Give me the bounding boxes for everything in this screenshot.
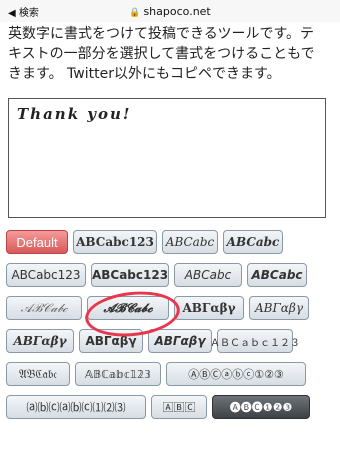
double-struck-button[interactable]: 𝔸𝔹ℂ𝕒𝕓𝕔𝟙𝟚𝟛 xyxy=(75,362,161,386)
default-format-button[interactable]: Default xyxy=(6,230,68,254)
address-bar[interactable]: 🔒 shapoco.net xyxy=(0,5,340,18)
serif-bold-italic-button[interactable]: ABCabc xyxy=(223,230,283,254)
format-row-5: 𝔄𝔅ℭ𝔞𝔟𝔠 𝔸𝔹ℂ𝕒𝕓𝕔𝟙𝟚𝟛 ⒶⒷⒸⓐⓑⓒ①②③ xyxy=(6,362,336,386)
sans-italic-button[interactable]: ABCabc xyxy=(174,263,242,287)
squared-button[interactable]: 🄰🄱🄲 xyxy=(151,395,207,419)
serif-italic-button[interactable]: ABCabc xyxy=(162,230,218,254)
sans-bold-italic-button[interactable]: ABCabc xyxy=(247,263,307,287)
negative-circled-button[interactable]: 🅐🅑🅒❶❷❸ xyxy=(212,395,310,419)
format-row-4: ΑΒΓαβγ ΑΒΓαβγ ΑΒΓαβγ ＡＢＣａｂｃ１２３ xyxy=(6,329,336,353)
fullwidth-button[interactable]: ＡＢＣａｂｃ１２３ xyxy=(210,329,300,353)
url-text: shapoco.net xyxy=(143,4,211,18)
script-button[interactable]: 𝒜ℬ𝒞𝒶𝒷𝒸 xyxy=(6,296,82,320)
format-row-3: 𝒜ℬ𝒞𝒶𝒷𝒸 𝓐𝓑𝓒𝓪𝓫𝓬 ΑΒΓαβγ ΑΒΓαβγ xyxy=(6,296,336,320)
description-line-3: きます。 Twitter以外にもコピペできます。 xyxy=(8,66,281,82)
parenthesized-button[interactable]: ⒜⒝⒞⒜⒝⒞⑴⑵⑶ xyxy=(6,395,146,419)
serif-bold-button[interactable]: ABCabc123 xyxy=(73,230,157,254)
status-bar: ◀ 検索 🔒 shapoco.net xyxy=(0,0,340,22)
sans-bold-button[interactable]: ABCabc123 xyxy=(91,263,169,287)
format-row-2: ABCabc123 ABCabc123 ABCabc ABCabc xyxy=(6,263,336,287)
bold-script-button[interactable]: 𝓐𝓑𝓒𝓪𝓫𝓬 xyxy=(87,296,169,320)
text-input-area[interactable]: Thank you! xyxy=(8,98,326,218)
sans-button[interactable]: ABCabc123 xyxy=(6,263,86,287)
greek-bold-italic-button[interactable]: ΑΒΓαβγ xyxy=(6,329,74,353)
format-row-1: Default ABCabc123 ABCabc ABCabc xyxy=(6,230,336,254)
format-row-6: ⒜⒝⒞⒜⒝⒞⑴⑵⑶ 🄰🄱🄲 🅐🅑🅒❶❷❸ xyxy=(6,395,336,419)
description-line-1: 英数字に書式をつけて投稿できるツールです。テ xyxy=(8,26,315,42)
fraktur-button[interactable]: 𝔄𝔅ℭ𝔞𝔟𝔠 xyxy=(6,362,70,386)
format-button-grid: Default ABCabc123 ABCabc ABCabc ABCabc12… xyxy=(6,230,336,428)
greek-sans-bold-italic-button[interactable]: ΑΒΓαβγ xyxy=(148,329,212,353)
greek-bold-button[interactable]: ΑΒΓαβγ xyxy=(174,296,244,320)
description: 英数字に書式をつけて投稿できるツールです。テ キストの一部分を選択して書式をつけ… xyxy=(0,22,340,84)
text-input-value[interactable]: Thank you! xyxy=(17,105,317,123)
greek-italic-button[interactable]: ΑΒΓαβγ xyxy=(249,296,309,320)
lock-icon: 🔒 xyxy=(129,7,141,18)
circled-button[interactable]: ⒶⒷⒸⓐⓑⓒ①②③ xyxy=(166,362,306,386)
description-line-2: キストの一部分を選択して書式をつけることもで xyxy=(8,46,315,62)
greek-sans-bold-button[interactable]: ΑΒΓαβγ xyxy=(79,329,143,353)
